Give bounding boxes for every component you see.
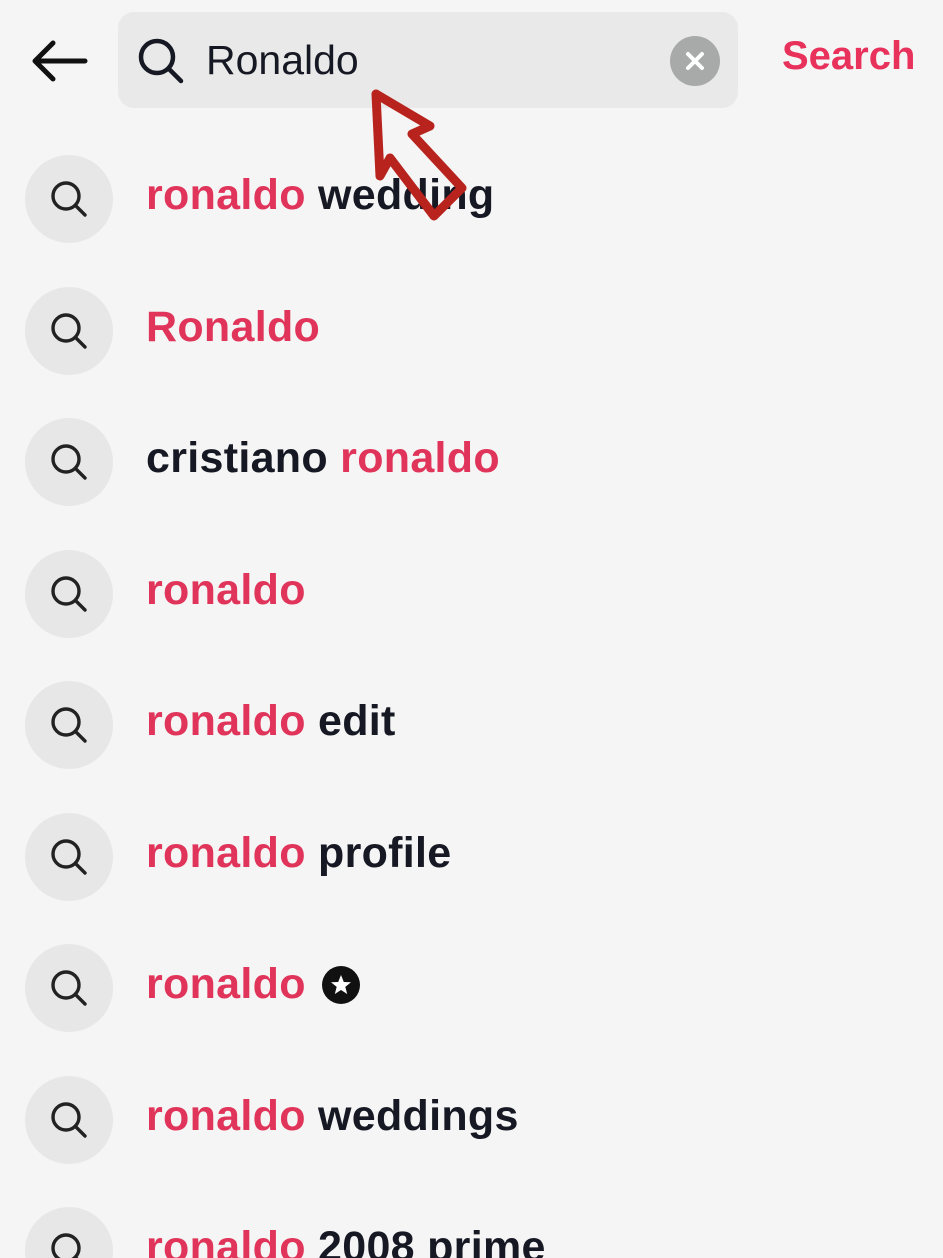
suggestion-list: ronaldo wedding Ronaldo cristiano ronaldo r… — [0, 131, 943, 1258]
suggestion-icon-circle — [25, 1075, 113, 1164]
search-icon — [51, 312, 87, 349]
search-header: Search — [0, 0, 943, 120]
suggestion-highlight: ronaldo — [146, 1091, 306, 1140]
arrow-left-icon — [32, 40, 88, 82]
suggestion-item[interactable]: ronaldo profile — [0, 789, 943, 921]
suggestion-text: ronaldo profile — [146, 829, 452, 878]
search-page: Search ronaldo wedding Ronaldo cristiano r… — [0, 0, 943, 1258]
suggestion-text: cristiano ronaldo — [146, 434, 500, 483]
suggestion-item[interactable]: ronaldo — [0, 920, 943, 1052]
search-box[interactable] — [118, 12, 738, 108]
suggestion-item[interactable]: ronaldo edit — [0, 657, 943, 789]
close-icon — [686, 52, 704, 70]
suggestion-suffix: profile — [305, 828, 452, 877]
search-input[interactable] — [206, 32, 646, 88]
suggestion-icon-circle — [25, 681, 113, 769]
suggestion-icon-circle — [25, 549, 113, 638]
search-icon — [51, 181, 87, 217]
suggestion-icon-circle — [25, 812, 113, 901]
suggestion-suffix: 2008 prime — [305, 1223, 546, 1258]
search-button[interactable]: Search — [782, 34, 915, 79]
suggestion-text: ronaldo wedding — [146, 171, 495, 220]
suggestion-text: ronaldo weddings — [146, 1092, 519, 1141]
search-icon — [51, 970, 87, 1006]
suggestion-text: Ronaldo — [146, 303, 320, 352]
suggestion-item[interactable]: ronaldo weddings — [0, 1052, 943, 1184]
suggestion-icon-circle — [25, 1207, 113, 1258]
suggestion-prefix: cristiano — [146, 434, 341, 482]
suggestion-icon-circle — [25, 155, 113, 243]
suggestion-highlight: ronaldo — [146, 565, 306, 614]
suggestion-item[interactable]: ronaldo — [0, 526, 943, 658]
suggestion-icon-circle — [25, 944, 113, 1032]
suggestion-highlight: ronaldo — [146, 1223, 306, 1258]
search-icon — [51, 1101, 87, 1138]
star-badge-icon — [322, 966, 361, 1004]
search-icon — [138, 38, 184, 84]
search-icon — [51, 444, 87, 480]
suggestion-item[interactable]: ronaldo 2008 prime — [0, 1183, 943, 1258]
suggestion-suffix — [306, 960, 318, 1008]
suggestion-icon-circle — [25, 286, 113, 375]
suggestion-text: ronaldo 2008 prime — [146, 1223, 546, 1258]
suggestion-highlight: ronaldo — [146, 828, 306, 877]
back-button[interactable] — [26, 30, 92, 92]
suggestion-item[interactable]: ronaldo wedding — [0, 131, 943, 263]
suggestion-highlight: Ronaldo — [146, 302, 321, 351]
suggestion-text: ronaldo — [146, 960, 361, 1009]
suggestion-suffix: edit — [305, 697, 396, 745]
suggestion-highlight: ronaldo — [146, 960, 306, 1008]
search-icon — [51, 575, 87, 612]
search-icon — [51, 838, 87, 875]
clear-search-button[interactable] — [670, 36, 720, 86]
suggestion-highlight: ronaldo — [340, 434, 500, 482]
suggestion-highlight: ronaldo — [146, 171, 306, 219]
search-icon — [51, 707, 87, 743]
suggestion-highlight: ronaldo — [146, 697, 306, 745]
suggestion-text: ronaldo edit — [146, 697, 396, 746]
suggestion-suffix: weddings — [305, 1091, 519, 1140]
suggestion-text: ronaldo — [146, 566, 306, 615]
search-icon — [51, 1233, 81, 1258]
suggestion-icon-circle — [25, 418, 113, 506]
suggestion-item[interactable]: Ronaldo — [0, 263, 943, 395]
suggestion-suffix: wedding — [305, 171, 495, 219]
suggestion-item[interactable]: cristiano ronaldo — [0, 394, 943, 526]
